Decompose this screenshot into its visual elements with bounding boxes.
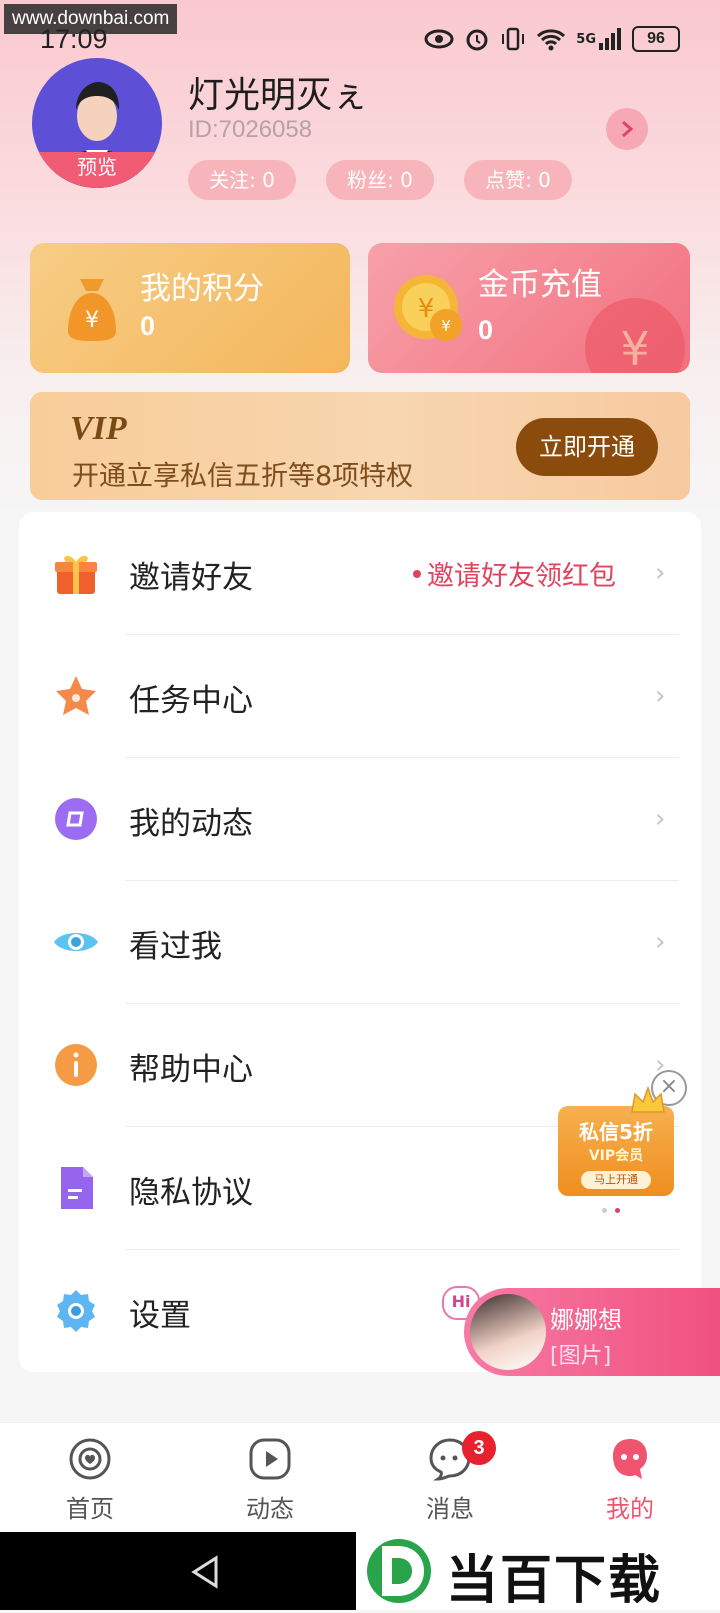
svg-text:¥: ¥ — [441, 317, 451, 335]
document-icon — [61, 1167, 93, 1209]
gift-icon — [55, 555, 97, 594]
chevron-right-icon: › — [655, 558, 666, 588]
invite-hint: 邀请好友领红包 — [427, 561, 616, 592]
home-icon — [69, 1438, 111, 1480]
menu-item-visitors[interactable]: 看过我 › — [19, 881, 701, 1004]
coins-card[interactable]: ¥ ¥ ¥ 金币充值 0 — [368, 243, 690, 373]
gear-icon — [57, 1290, 95, 1332]
coins-value: 0 — [478, 315, 494, 345]
menu-label: 看过我 — [129, 929, 222, 965]
points-card[interactable]: ¥ 我的积分 0 — [30, 243, 350, 373]
money-bag-icon: ¥ — [68, 279, 116, 341]
coin-decoration-icon: ¥ — [585, 298, 685, 373]
menu-list: 邀请好友 邀请好友领红包 › 任务中心 › 我的动态 › 看过我 › 帮助中心 … — [19, 512, 701, 1372]
back-icon[interactable] — [188, 1554, 222, 1590]
user-id: ID:7026058 — [188, 116, 313, 143]
info-icon — [55, 1044, 97, 1086]
status-icons: 5G 96 — [424, 26, 680, 52]
tab-label: 消息 — [426, 1495, 474, 1523]
points-value: 0 — [140, 311, 156, 341]
vip-float-ad[interactable]: 私信5折 VIP会员 马上开通 — [558, 1086, 674, 1196]
tab-label: 我的 — [606, 1495, 654, 1523]
chevron-right-icon: › — [655, 681, 666, 711]
wifi-icon — [537, 29, 566, 51]
svg-text:¥: ¥ — [620, 322, 649, 373]
eye-status-icon — [424, 29, 454, 49]
bottom-tab-bar: 首页 动态 3 消息 我的 — [0, 1422, 720, 1533]
tab-moments[interactable]: 动态 — [210, 1437, 330, 1524]
crown-icon — [631, 1086, 665, 1113]
menu-label: 我的动态 — [129, 806, 253, 842]
chevron-right-icon: › — [655, 804, 666, 834]
coins-title: 金币充值 — [478, 267, 602, 303]
followers-count[interactable]: 粉丝: 0 — [326, 160, 434, 200]
chevron-right-icon — [622, 120, 634, 138]
dot-active — [615, 1208, 620, 1213]
alarm-icon — [466, 29, 488, 51]
unread-badge: 3 — [462, 1431, 496, 1465]
tab-profile[interactable]: 我的 — [570, 1437, 690, 1524]
float-ad-button[interactable]: 马上开通 — [581, 1171, 651, 1189]
menu-label: 设置 — [129, 1298, 191, 1334]
tab-messages[interactable]: 3 消息 — [390, 1431, 510, 1524]
vip-description: 开通立享私信五折等8项特权 — [72, 461, 414, 492]
chevron-right-icon: › — [655, 927, 666, 957]
brand-text: 当百下载 — [446, 1551, 663, 1611]
menu-item-moments[interactable]: 我的动态 › — [19, 758, 701, 881]
preview-tag: 预览 — [32, 152, 162, 188]
play-icon — [249, 1438, 291, 1480]
profile-arrow-button[interactable] — [606, 108, 648, 150]
moments-icon — [55, 798, 97, 840]
signal-label: 5G — [576, 31, 596, 47]
status-time: 17:09 — [40, 24, 108, 54]
float-ad-line2: VIP会员 — [588, 1148, 644, 1164]
carousel-dots — [602, 1208, 620, 1213]
chat-avatar — [470, 1294, 546, 1370]
likes-count[interactable]: 点赞: 0 — [464, 160, 572, 200]
dot — [602, 1208, 607, 1213]
vip-banner[interactable]: VIP 开通立享私信五折等8项特权 立即开通 — [30, 392, 690, 500]
svg-text:¥: ¥ — [85, 308, 99, 333]
chat-message: [图片] — [550, 1344, 612, 1369]
menu-label: 帮助中心 — [129, 1052, 253, 1088]
chat-sender: 娜娜想 — [550, 1306, 622, 1334]
brand-logo: 当百下载 — [356, 1532, 720, 1611]
gold-coin-icon: ¥ ¥ — [394, 275, 462, 341]
menu-label: 任务中心 — [129, 683, 253, 719]
avatar[interactable]: 预览 — [32, 58, 162, 188]
username: 灯光明灭ぇ — [188, 75, 369, 116]
eye-icon — [54, 933, 98, 951]
menu-item-tasks[interactable]: 任务中心 › — [19, 635, 701, 758]
menu-label: 邀请好友 — [129, 560, 253, 596]
following-count[interactable]: 关注: 0 — [188, 160, 296, 200]
vip-logo: VIP — [70, 410, 127, 447]
signal-icon — [599, 28, 621, 50]
vibrate-icon — [502, 27, 525, 51]
tab-label: 动态 — [246, 1495, 294, 1523]
star-icon — [56, 676, 96, 715]
menu-label: 隐私协议 — [129, 1175, 253, 1211]
battery-indicator: 96 — [632, 26, 680, 52]
vip-open-button[interactable]: 立即开通 — [516, 418, 658, 476]
profile-icon — [613, 1439, 647, 1479]
tab-label: 首页 — [66, 1495, 114, 1523]
hint-dot — [413, 570, 421, 578]
chat-notification[interactable]: 娜娜想 [图片] — [464, 1288, 720, 1376]
points-title: 我的积分 — [140, 271, 264, 307]
menu-item-invite[interactable]: 邀请好友 邀请好友领红包 › — [19, 512, 701, 635]
brand-d-logo-icon — [367, 1539, 431, 1603]
tab-home[interactable]: 首页 — [30, 1437, 150, 1524]
